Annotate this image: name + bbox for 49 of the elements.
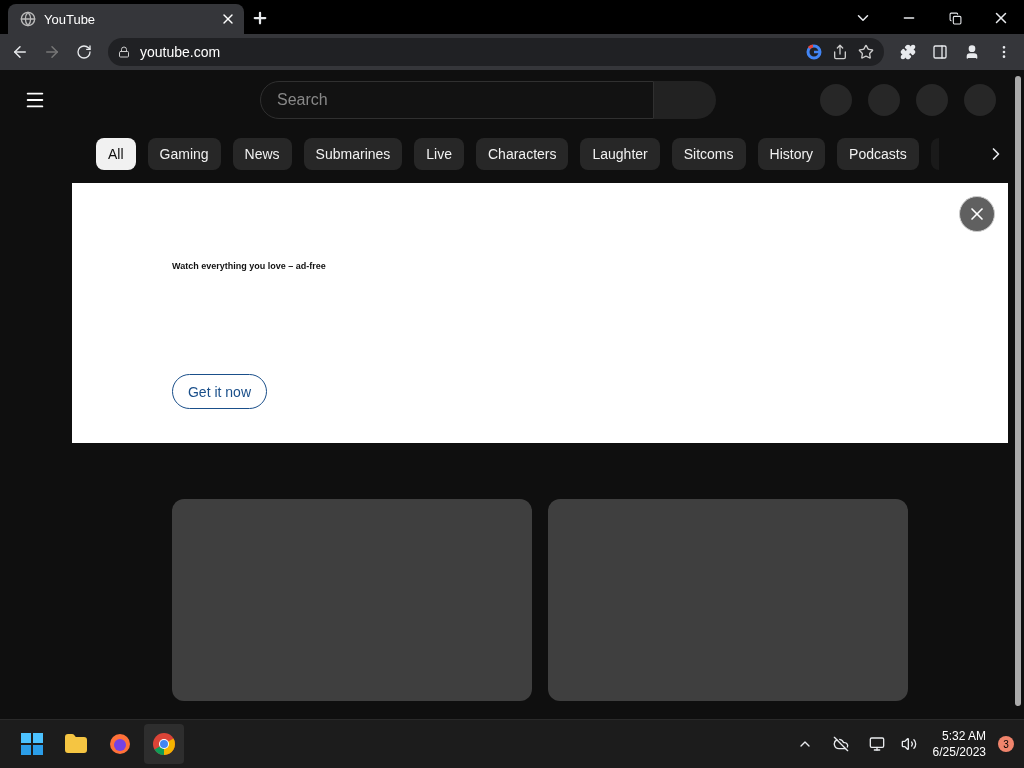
side-panel-icon[interactable] xyxy=(932,44,948,60)
monitor-icon[interactable] xyxy=(868,736,885,752)
circle-placeholder xyxy=(916,84,948,116)
cloud-off-icon[interactable] xyxy=(832,736,849,752)
filter-chip[interactable]: Podcasts xyxy=(837,138,919,170)
profile-icon[interactable] xyxy=(964,44,980,60)
forward-button[interactable] xyxy=(43,43,61,61)
google-icon[interactable] xyxy=(806,44,822,60)
puzzle-icon[interactable] xyxy=(900,44,916,60)
address-bar[interactable]: youtube.com xyxy=(108,38,884,66)
restore-button[interactable] xyxy=(948,11,962,25)
close-button[interactable] xyxy=(959,196,995,232)
share-icon[interactable] xyxy=(832,44,848,60)
browser-logo-icon xyxy=(152,732,176,756)
lock-icon xyxy=(118,46,130,58)
filter-chip[interactable]: History xyxy=(757,138,826,170)
date-text: 6/25/2023 xyxy=(932,744,986,760)
browser-logo-icon xyxy=(108,732,132,756)
filter-chip[interactable]: Laughter xyxy=(580,138,660,170)
ad-headline: Watch everything you love – ad-free xyxy=(172,261,327,271)
folder-icon xyxy=(64,732,88,756)
scrollbar-thumb[interactable] xyxy=(1015,76,1021,706)
video-thumbnail-placeholder[interactable] xyxy=(172,499,532,701)
filter-chip[interactable]: Sitcoms xyxy=(671,138,746,170)
chrome-button[interactable] xyxy=(144,724,184,764)
filter-chip[interactable]: Gaming xyxy=(147,138,221,170)
video-thumbnail-placeholder[interactable] xyxy=(548,499,908,701)
filter-chip[interactable]: Characters xyxy=(476,138,569,170)
clock[interactable]: 5:32 AM 6/25/2023 xyxy=(932,728,986,760)
windows-icon xyxy=(21,733,43,755)
avatar-circle xyxy=(964,84,996,116)
url-text: youtube.com xyxy=(140,44,222,60)
filter-chip[interactable]: Live xyxy=(414,138,464,170)
circle-placeholder xyxy=(868,84,900,116)
time-text: 5:32 AM xyxy=(941,728,986,744)
filter-chip[interactable]: Submarines xyxy=(303,138,403,170)
star-icon[interactable] xyxy=(858,44,874,60)
volume-icon[interactable] xyxy=(900,736,917,752)
notification-badge[interactable]: 3 xyxy=(998,736,1014,752)
search-field[interactable]: Search xyxy=(260,81,654,119)
back-button[interactable] xyxy=(11,43,29,61)
filter-chip[interactable]: News xyxy=(232,138,292,170)
new-tab-button[interactable] xyxy=(251,9,269,27)
get-it-now-button[interactable]: Get it now xyxy=(172,374,267,409)
reload-button[interactable] xyxy=(76,44,92,60)
browser-tab[interactable]: YouTube xyxy=(8,4,244,34)
filter-chip[interactable]: All xyxy=(96,138,136,170)
circle-placeholder xyxy=(820,84,852,116)
globe-icon xyxy=(20,11,36,27)
